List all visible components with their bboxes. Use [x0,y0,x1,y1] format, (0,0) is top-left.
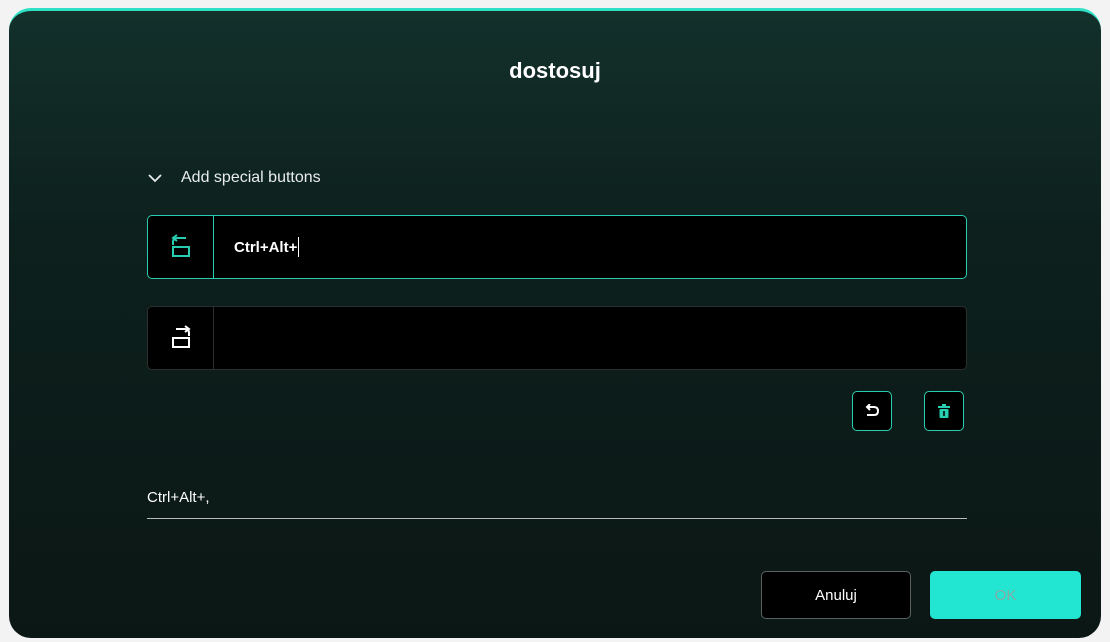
customize-dialog: dostosuj Add special buttons Ctrl+Alt+ C… [9,8,1101,638]
trash-icon [938,404,950,418]
cancel-button[interactable]: Anuluj [761,571,911,619]
text-caret [298,237,300,257]
shortcut-summary: Ctrl+Alt+, [147,489,967,519]
ok-button[interactable]: OK [930,571,1081,619]
key-input-rotate-right[interactable] [214,307,966,369]
add-special-buttons-toggle[interactable]: Add special buttons [147,169,321,187]
dialog-title: dostosuj [509,58,601,83]
key-row-rotate-left[interactable]: Ctrl+Alt+ [147,215,967,279]
undo-icon [865,404,880,416]
key-input-rotate-left[interactable]: Ctrl+Alt+ [214,216,966,278]
section-label: Add special buttons [181,169,321,186]
rotate-clockwise-icon [148,307,214,369]
undo-button[interactable] [852,391,892,431]
rotate-counterclockwise-icon [148,216,214,278]
delete-button[interactable] [924,391,964,431]
chevron-down-icon [147,170,163,186]
key-row-rotate-right[interactable] [147,306,967,370]
